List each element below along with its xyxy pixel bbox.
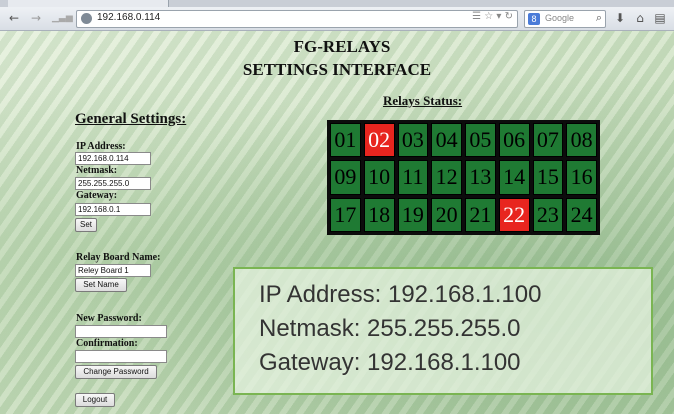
- home-icon[interactable]: ⌂: [632, 10, 648, 26]
- relay-09[interactable]: 09: [330, 160, 361, 195]
- tab-strip: [0, 0, 674, 7]
- download-icon[interactable]: ⬇: [612, 10, 628, 26]
- browser-toolbar: ← → ▁▃▅ 192.168.0.114 ☰ ☆ ▾ ↻ 8 Google ⌕…: [0, 7, 674, 31]
- gateway-input[interactable]: 192.168.0.1: [75, 203, 151, 216]
- page-subtitle: SETTINGS INTERFACE: [242, 60, 432, 79]
- new-password-input[interactable]: [75, 325, 167, 338]
- relay-10[interactable]: 10: [363, 160, 395, 195]
- ip-address-label: IP Address:: [76, 141, 126, 152]
- relay-16[interactable]: 16: [566, 160, 597, 195]
- relay-grid: 01 02 03 04 05 06 07 08 09 10 11 12 13 14 15 16 17 18 19 20…: [327, 120, 600, 235]
- relay-02[interactable]: 02: [363, 123, 395, 158]
- relay-22[interactable]: 22: [498, 197, 530, 232]
- relay-04[interactable]: 04: [431, 123, 462, 158]
- url-actions-icon[interactable]: ☰ ☆ ▾ ↻: [472, 11, 513, 22]
- relay-03[interactable]: 03: [397, 123, 429, 158]
- search-icon[interactable]: ⌕: [596, 11, 602, 25]
- back-arrow-icon[interactable]: ←: [6, 10, 22, 26]
- relay-board-name-label: Relay Board Name:: [76, 252, 161, 263]
- relay-board-name-input[interactable]: Reley Board 1: [75, 264, 151, 277]
- browser-tab[interactable]: [8, 0, 169, 7]
- page-body: FG-RELAYS SETTINGS INTERFACE General Set…: [0, 31, 674, 414]
- search-placeholder: Google: [545, 13, 575, 23]
- relay-01[interactable]: 01: [330, 123, 361, 158]
- logout-button[interactable]: Logout: [75, 393, 115, 407]
- confirmation-input[interactable]: [75, 350, 167, 363]
- netmask-input[interactable]: 255.255.255.0: [75, 177, 151, 190]
- set-button[interactable]: Set: [75, 218, 97, 232]
- overlay-netmask: Netmask: 255.255.255.0: [259, 315, 521, 342]
- relay-06[interactable]: 06: [498, 123, 530, 158]
- set-name-button[interactable]: Set Name: [75, 278, 127, 292]
- relay-14[interactable]: 14: [498, 160, 530, 195]
- relay-21[interactable]: 21: [465, 197, 496, 232]
- new-password-label: New Password:: [76, 313, 142, 324]
- change-password-button[interactable]: Change Password: [75, 365, 157, 379]
- relay-07[interactable]: 07: [532, 123, 564, 158]
- url-text: 192.168.0.114: [97, 12, 161, 23]
- ip-address-input[interactable]: 192.168.0.114: [75, 152, 151, 165]
- network-info-overlay: IP Address: 192.168.1.100 Netmask: 255.2…: [233, 267, 653, 395]
- search-engine-icon[interactable]: 8: [528, 13, 540, 25]
- confirmation-label: Confirmation:: [76, 338, 138, 349]
- relay-18[interactable]: 18: [363, 197, 395, 232]
- search-box[interactable]: 8 Google ⌕: [524, 10, 606, 28]
- overlay-ip-address: IP Address: 192.168.1.100: [259, 281, 542, 308]
- site-identity-icon[interactable]: [81, 13, 92, 24]
- relay-12[interactable]: 12: [431, 160, 462, 195]
- relay-23[interactable]: 23: [532, 197, 564, 232]
- page-title: FG-RELAYS: [293, 37, 391, 56]
- relay-24[interactable]: 24: [566, 197, 597, 232]
- gateway-label: Gateway:: [76, 190, 118, 201]
- relay-08[interactable]: 08: [566, 123, 597, 158]
- forward-arrow-icon[interactable]: →: [28, 10, 44, 26]
- netmask-label: Netmask:: [76, 165, 118, 176]
- menu-icon[interactable]: ▤: [652, 10, 668, 26]
- overlay-gateway: Gateway: 192.168.1.100: [259, 349, 521, 376]
- relay-15[interactable]: 15: [532, 160, 564, 195]
- general-settings-heading: General Settings:: [75, 111, 187, 127]
- relay-19[interactable]: 19: [397, 197, 429, 232]
- relay-05[interactable]: 05: [465, 123, 496, 158]
- relay-13[interactable]: 13: [465, 160, 496, 195]
- signal-icon: ▁▃▅: [52, 13, 73, 23]
- address-bar[interactable]: 192.168.0.114 ☰ ☆ ▾ ↻: [76, 10, 518, 28]
- relays-status-heading: Relays Status:: [383, 93, 463, 108]
- relay-20[interactable]: 20: [431, 197, 462, 232]
- relay-17[interactable]: 17: [330, 197, 361, 232]
- relay-11[interactable]: 11: [397, 160, 429, 195]
